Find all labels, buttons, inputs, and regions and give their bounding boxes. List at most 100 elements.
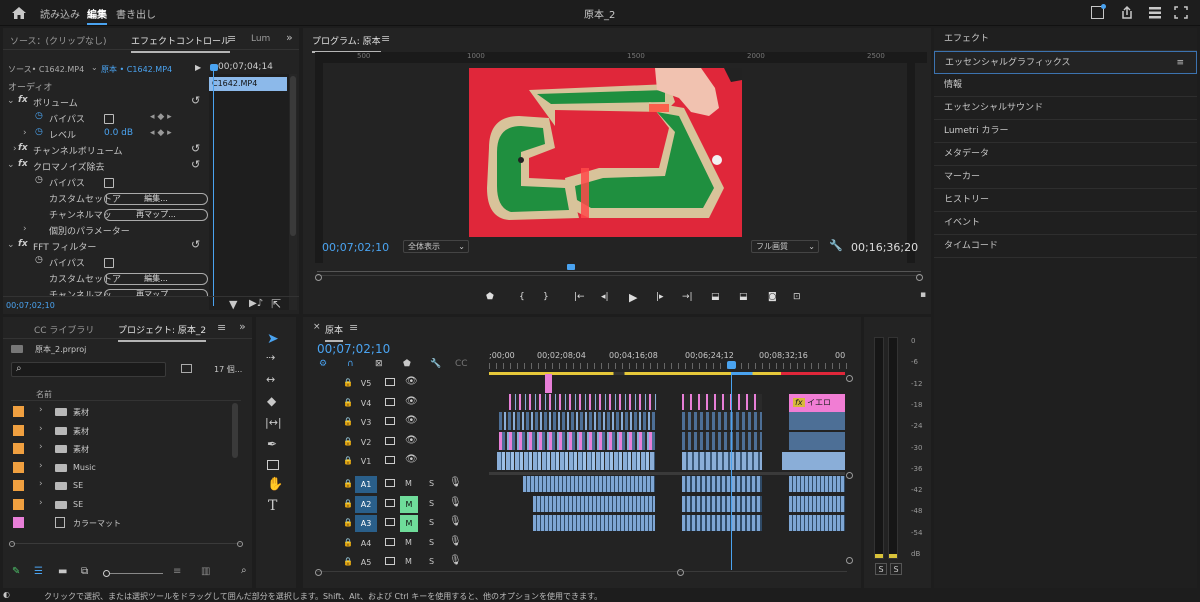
new-bin-icon[interactable] (181, 364, 192, 373)
solo-button[interactable]: S (429, 499, 434, 508)
eye-icon[interactable]: 👁 (405, 435, 418, 446)
v3-clips-3[interactable] (789, 412, 845, 430)
panel-menu-icon[interactable]: ≡ (217, 321, 226, 334)
effect-volume[interactable]: ⌄ fx ボリューム ↺ (3, 94, 209, 112)
tab-sequence[interactable]: 原本 (325, 323, 344, 342)
export-frame-icon[interactable]: ⇱ (271, 297, 281, 311)
go-to-in-icon[interactable]: |← (574, 292, 585, 302)
nest-icon[interactable]: ⚙ (319, 359, 327, 369)
label-color-swatch[interactable] (13, 461, 24, 473)
captions-icon[interactable]: CC (455, 359, 468, 369)
track-label[interactable]: V1 (355, 453, 377, 470)
v3-clips[interactable] (499, 412, 655, 430)
wrench-icon[interactable]: 🔧 (430, 359, 441, 369)
quality-dropdown[interactable]: フル画質 ⌄ (751, 240, 819, 253)
type-tool-icon[interactable]: T (268, 498, 277, 514)
audio-loop-icon[interactable]: ▶♪ (249, 298, 263, 309)
chevron-right-icon[interactable]: › (39, 498, 43, 508)
linked-selection-icon[interactable]: ⊠ (375, 359, 383, 369)
video-track-header[interactable]: 🔒 V4 👁 (303, 394, 487, 413)
panel-info[interactable]: 情報 (934, 74, 1197, 97)
tab-edit[interactable]: 編集 (87, 6, 107, 25)
a2-clips[interactable] (533, 496, 655, 512)
home-icon[interactable] (11, 6, 27, 20)
project-item[interactable]: › Music (11, 459, 231, 477)
project-hscroll[interactable] (9, 541, 243, 549)
quick-export-icon[interactable] (1091, 4, 1106, 19)
ec-mini-timeline[interactable]: C1642.MP4 (209, 64, 289, 310)
project-item[interactable]: カラーマット (11, 514, 231, 532)
slip-tool-icon[interactable]: |↔| (265, 416, 282, 429)
tab-cc-libraries[interactable]: CC ライブラリ (34, 323, 94, 336)
track-label[interactable]: A1 (355, 476, 377, 493)
a1-clips[interactable] (523, 476, 655, 492)
reset-icon[interactable]: ↺ (191, 142, 200, 155)
label-color-swatch[interactable] (13, 498, 24, 510)
share-icon[interactable] (1120, 5, 1134, 20)
wrench-icon[interactable]: 🔧 (829, 239, 843, 252)
add-marker-icon[interactable]: ⬟ (486, 292, 494, 302)
icon-view-icon[interactable]: ▬ (58, 566, 67, 577)
track-label[interactable]: A2 (355, 495, 377, 513)
extract-icon[interactable]: ⬓ (739, 292, 748, 302)
close-icon[interactable]: × (313, 322, 321, 332)
ec-scrollbar[interactable] (289, 74, 297, 310)
track-select-tool-icon[interactable]: ⇢ (266, 351, 275, 364)
lock-icon[interactable]: 🔒 (343, 538, 353, 547)
tab-import[interactable]: 読み込み (40, 6, 80, 21)
zoom-slider[interactable] (103, 570, 163, 577)
panel-menu-icon[interactable]: ≡ (1176, 52, 1184, 75)
reset-icon[interactable]: ↺ (191, 158, 200, 171)
chevron-right-icon[interactable]: › (39, 442, 43, 452)
pen-tool-icon[interactable]: ✒ (267, 437, 277, 451)
a3-clips[interactable] (533, 515, 655, 531)
hand-tool-icon[interactable]: ✋ (267, 477, 283, 492)
video-track-header[interactable]: 🔒 V2 👁 (303, 433, 487, 452)
timeline-timecode[interactable]: 00;07;02;10 (317, 342, 390, 356)
effect-channel-volume[interactable]: › fx チャンネルボリューム ↺ (3, 142, 209, 160)
lock-icon[interactable]: 🔒 (343, 456, 353, 465)
sequence-clip-label[interactable]: 原本 • C1642.MP4 (101, 64, 172, 75)
eye-icon[interactable]: 👁 (405, 415, 418, 426)
v4-clips-2[interactable] (682, 394, 762, 410)
program-timecode[interactable]: 00;07;02;10 (322, 241, 389, 254)
lock-icon[interactable]: 🔒 (343, 378, 353, 387)
step-forward-icon[interactable]: |▸ (656, 292, 664, 302)
program-title[interactable]: プログラム: 原本 (312, 34, 381, 53)
solo-left-button[interactable]: S (875, 563, 887, 575)
play-icon[interactable]: ▶ (195, 63, 201, 72)
project-scrollbar[interactable] (232, 403, 238, 458)
project-item[interactable]: › 素材 (11, 422, 231, 440)
column-name-header[interactable]: 名前 (36, 389, 52, 400)
pencil-icon[interactable]: ✎ (12, 566, 20, 577)
mute-active-indicator[interactable]: M (400, 515, 418, 532)
solo-button[interactable]: S (429, 479, 434, 488)
edit-button[interactable]: 編集... (104, 273, 208, 285)
bypass-checkbox[interactable] (104, 258, 114, 268)
a2-clips-2[interactable] (682, 496, 762, 512)
audio-track-header[interactable]: 🔒 A5 M S 🎙 (303, 553, 487, 572)
stopwatch-icon[interactable]: ◷ (35, 111, 43, 121)
lift-icon[interactable]: ⬓ (711, 292, 720, 302)
program-playhead[interactable] (567, 264, 575, 270)
track-label[interactable]: V4 (355, 395, 377, 412)
chevron-right-icon[interactable]: › (39, 424, 43, 434)
track-label[interactable]: V2 (355, 434, 377, 451)
zoom-dropdown[interactable]: 全体表示 ⌄ (403, 240, 469, 253)
title-clip-yellow[interactable]: fx イエロ (789, 394, 845, 412)
eye-icon[interactable]: 👁 (405, 454, 418, 465)
sync-lock-icon[interactable] (385, 537, 395, 546)
chevron-right-icon[interactable]: › (39, 479, 43, 489)
project-item[interactable]: › 素材 (11, 440, 231, 458)
panel-markers[interactable]: マーカー (934, 166, 1197, 189)
track-label[interactable]: V5 (355, 375, 377, 392)
solo-button[interactable]: S (429, 538, 434, 547)
keyframe-nav[interactable]: ◂ ◆ ▸ (150, 128, 172, 138)
microphone-icon[interactable]: 🎙 (449, 516, 462, 527)
freeform-view-icon[interactable]: ⧉ (81, 566, 88, 577)
add-marker-icon[interactable]: ⬟ (403, 359, 411, 369)
camera-icon[interactable]: ◙ (768, 292, 777, 302)
microphone-icon[interactable]: 🎙 (449, 497, 462, 508)
v-scroll-knob[interactable] (846, 557, 853, 564)
v1-clips-2[interactable] (682, 452, 762, 470)
